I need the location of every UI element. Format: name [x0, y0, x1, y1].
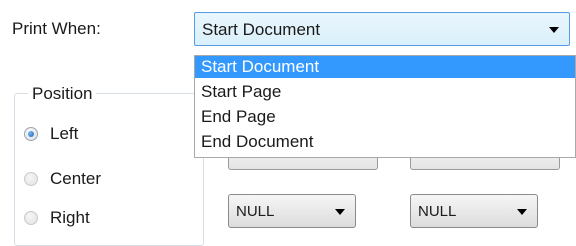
- chevron-down-icon[interactable]: [549, 27, 559, 33]
- dropdown-option-end-page[interactable]: End Page: [195, 106, 575, 128]
- chevron-down-icon[interactable]: [517, 209, 527, 215]
- position-group-title: Position: [28, 84, 97, 104]
- position-groupbox: [14, 93, 204, 246]
- null-dropdown-left[interactable]: NULL: [228, 194, 356, 228]
- null-dropdown-left-value: NULL: [236, 203, 275, 220]
- radio-right-label: Right: [50, 208, 90, 227]
- dropdown-option-start-page[interactable]: Start Page: [195, 81, 575, 103]
- print-when-label: Print When:: [12, 19, 101, 38]
- dropdown-option-end-document[interactable]: End Document: [195, 131, 575, 153]
- print-when-value: Start Document: [202, 20, 321, 39]
- chevron-down-icon[interactable]: [335, 209, 345, 215]
- dropdown-option-start-document[interactable]: Start Document: [195, 56, 575, 78]
- radio-checked-icon[interactable]: [24, 127, 38, 141]
- null-dropdown-right[interactable]: NULL: [410, 194, 538, 228]
- print-settings-panel: Print When: Start Document Position Left…: [0, 0, 576, 246]
- radio-center-label: Center: [50, 169, 102, 188]
- radio-unchecked-icon[interactable]: [24, 172, 38, 186]
- print-when-dropdown-list[interactable]: Start Document Start Page End Page End D…: [194, 55, 576, 158]
- radio-left-label: Left: [50, 124, 79, 143]
- print-when-combobox[interactable]: Start Document: [194, 12, 570, 46]
- radio-unchecked-icon[interactable]: [24, 211, 38, 225]
- null-dropdown-right-value: NULL: [418, 203, 457, 220]
